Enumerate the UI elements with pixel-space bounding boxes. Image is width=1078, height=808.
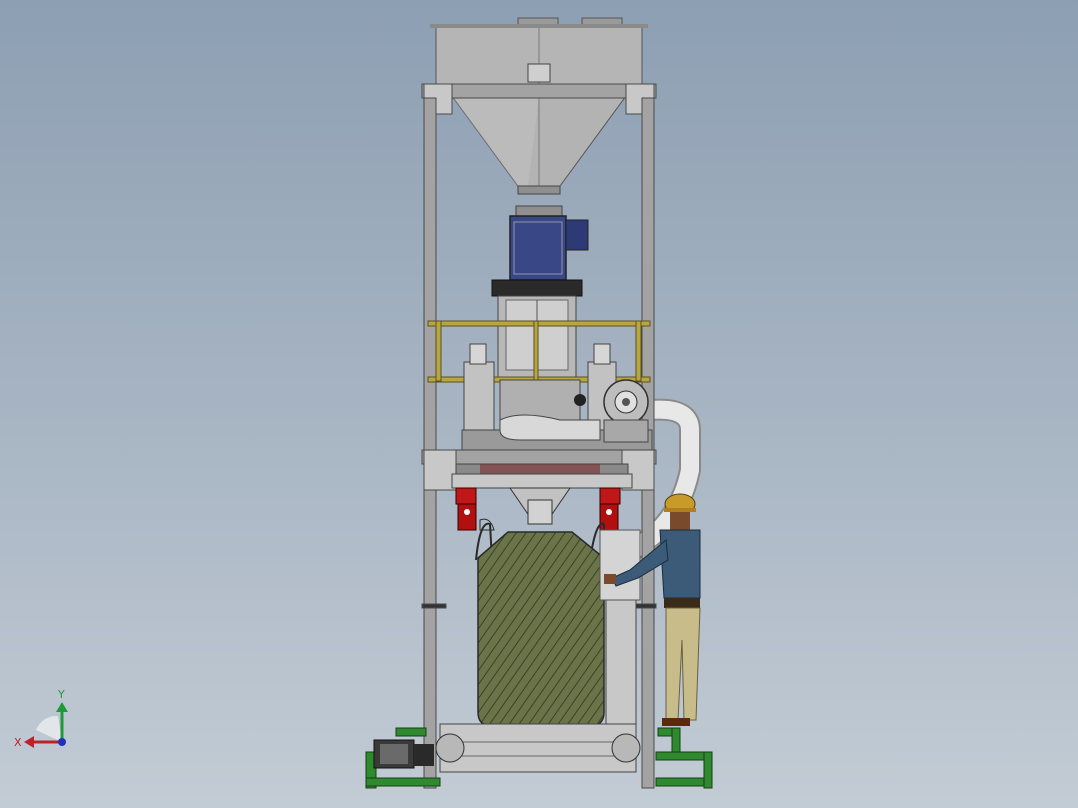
bag-gripper-left xyxy=(455,487,477,531)
bulk-bag xyxy=(475,518,605,727)
roller-conveyor xyxy=(435,723,641,773)
model-canvas[interactable]: Y X xyxy=(0,0,1078,808)
side-panel xyxy=(599,529,641,729)
x-axis-label: X xyxy=(14,736,22,749)
y-axis-label: Y xyxy=(57,688,65,701)
view-orientation-triad[interactable]: Y X xyxy=(14,688,68,749)
hopper xyxy=(430,17,648,195)
drive-motor xyxy=(373,739,434,769)
cad-viewport[interactable]: Y X xyxy=(0,0,1078,808)
feeder-motor xyxy=(491,205,589,381)
z-axis-dot xyxy=(58,738,66,746)
